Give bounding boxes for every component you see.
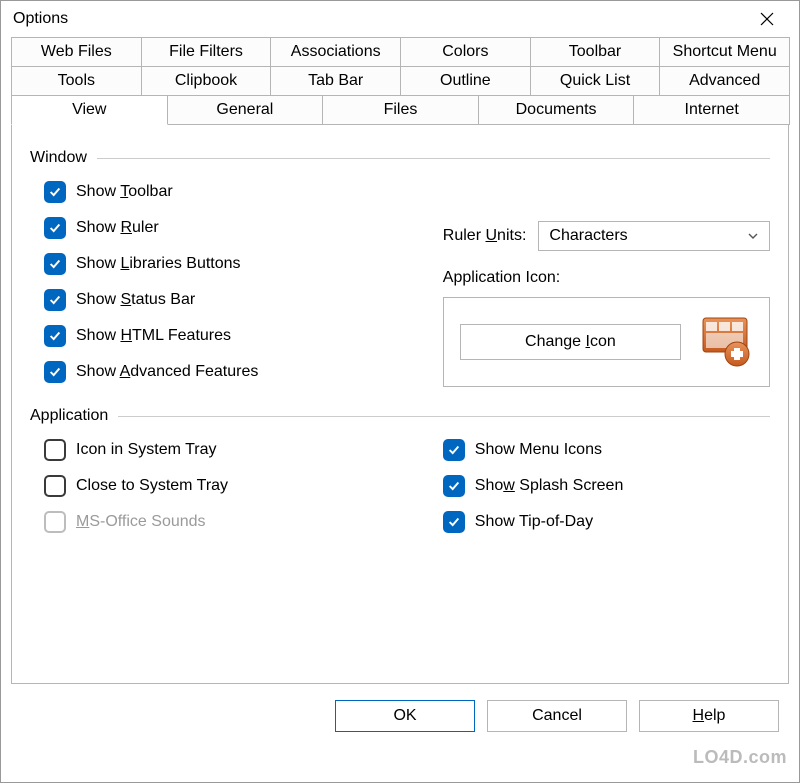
section-application-label: Application <box>30 407 108 425</box>
checkmark-icon <box>443 475 465 497</box>
tab-quick-list[interactable]: Quick List <box>530 66 661 96</box>
app-icon-box: Change Icon <box>443 297 770 387</box>
checkmark-icon <box>443 511 465 533</box>
ruler-units-dropdown[interactable]: Characters <box>538 221 770 251</box>
tab-general[interactable]: General <box>167 95 324 125</box>
checkbox-label: MS-Office Sounds <box>76 513 206 531</box>
ruler-units-label: Ruler Units: <box>443 227 527 245</box>
dropdown-value: Characters <box>549 227 627 245</box>
checkbox-show-toolbar[interactable]: Show Toolbar <box>30 181 415 203</box>
titlebar: Options <box>1 1 799 37</box>
change-icon-button[interactable]: Change Icon <box>460 324 681 360</box>
tab-tab-bar[interactable]: Tab Bar <box>270 66 401 96</box>
tab-view[interactable]: View <box>11 95 168 125</box>
tab-associations[interactable]: Associations <box>270 37 401 67</box>
tab-colors[interactable]: Colors <box>400 37 531 67</box>
options-dialog: Options Web Files File Filters Associati… <box>0 0 800 783</box>
checkbox-label: Show Status Bar <box>76 291 195 309</box>
window-columns: Show Toolbar Show Ruler Show Libraries B… <box>30 181 770 397</box>
window-left-column: Show Toolbar Show Ruler Show Libraries B… <box>30 181 415 397</box>
tab-toolbar[interactable]: Toolbar <box>530 37 661 67</box>
checkmark-icon <box>44 217 66 239</box>
checkbox-label: Icon in System Tray <box>76 441 217 459</box>
checkmark-icon <box>44 361 66 383</box>
section-application: Application <box>30 407 770 425</box>
tab-clipbook[interactable]: Clipbook <box>141 66 272 96</box>
close-button[interactable] <box>747 4 787 34</box>
checkbox-empty-icon <box>44 475 66 497</box>
checkmark-icon <box>44 181 66 203</box>
checkmark-icon <box>443 439 465 461</box>
application-left-column: Icon in System Tray Close to System Tray… <box>30 439 415 547</box>
divider <box>118 416 770 417</box>
checkbox-label: Show Splash Screen <box>475 477 624 495</box>
tab-internet[interactable]: Internet <box>633 95 790 125</box>
window-title: Options <box>13 10 68 28</box>
checkmark-icon <box>44 253 66 275</box>
tab-row-1: Web Files File Filters Associations Colo… <box>11 37 789 66</box>
checkbox-show-advanced[interactable]: Show Advanced Features <box>30 361 415 383</box>
tab-tools[interactable]: Tools <box>11 66 142 96</box>
checkbox-label: Show Tip-of-Day <box>475 513 593 531</box>
checkbox-tip-of-day[interactable]: Show Tip-of-Day <box>443 511 770 533</box>
tab-documents[interactable]: Documents <box>478 95 635 125</box>
application-right-column: Show Menu Icons Show Splash Screen Show … <box>443 439 770 547</box>
checkbox-label: Show Menu Icons <box>475 441 602 459</box>
checkbox-msoffice-sounds: MS-Office Sounds <box>30 511 415 533</box>
checkbox-label: Close to System Tray <box>76 477 228 495</box>
checkbox-empty-icon <box>44 439 66 461</box>
watermark: LO4D.com <box>693 747 787 768</box>
checkbox-show-statusbar[interactable]: Show Status Bar <box>30 289 415 311</box>
chevron-down-icon <box>747 230 759 242</box>
checkbox-label: Show HTML Features <box>76 327 231 345</box>
tab-row-2: Tools Clipbook Tab Bar Outline Quick Lis… <box>11 66 789 95</box>
checkbox-close-systray[interactable]: Close to System Tray <box>30 475 415 497</box>
checkbox-show-libraries[interactable]: Show Libraries Buttons <box>30 253 415 275</box>
checkbox-label: Show Ruler <box>76 219 159 237</box>
tab-row-3: View General Files Documents Internet <box>11 95 789 124</box>
tab-advanced[interactable]: Advanced <box>659 66 790 96</box>
tab-shortcut-menu[interactable]: Shortcut Menu <box>659 37 790 67</box>
application-columns: Icon in System Tray Close to System Tray… <box>30 439 770 547</box>
tab-panel-view: Window Show Toolbar Show Ruler Sho <box>11 124 789 684</box>
close-icon <box>760 12 774 26</box>
cancel-button[interactable]: Cancel <box>487 700 627 732</box>
checkbox-label: Show Libraries Buttons <box>76 255 241 273</box>
checkbox-menu-icons[interactable]: Show Menu Icons <box>443 439 770 461</box>
checkbox-disabled-icon <box>44 511 66 533</box>
tab-files[interactable]: Files <box>322 95 479 125</box>
application-icon <box>697 314 753 370</box>
tab-outline[interactable]: Outline <box>400 66 531 96</box>
divider <box>97 158 770 159</box>
app-icon-label: Application Icon: <box>443 269 770 287</box>
tab-file-filters[interactable]: File Filters <box>141 37 272 67</box>
checkbox-show-ruler[interactable]: Show Ruler <box>30 217 415 239</box>
checkbox-label: Show Toolbar <box>76 183 173 201</box>
dialog-buttons: OK Cancel Help <box>11 684 789 736</box>
checkmark-icon <box>44 289 66 311</box>
section-window: Window <box>30 149 770 167</box>
dialog-content: Web Files File Filters Associations Colo… <box>1 37 799 746</box>
checkbox-label: Show Advanced Features <box>76 363 258 381</box>
ok-button[interactable]: OK <box>335 700 475 732</box>
help-button[interactable]: Help <box>639 700 779 732</box>
tab-web-files[interactable]: Web Files <box>11 37 142 67</box>
window-right-column: Ruler Units: Characters Application Icon… <box>443 181 770 397</box>
checkbox-show-html[interactable]: Show HTML Features <box>30 325 415 347</box>
checkbox-icon-systray[interactable]: Icon in System Tray <box>30 439 415 461</box>
ruler-units-row: Ruler Units: Characters <box>443 221 770 251</box>
checkbox-splash-screen[interactable]: Show Splash Screen <box>443 475 770 497</box>
section-window-label: Window <box>30 149 87 167</box>
checkmark-icon <box>44 325 66 347</box>
